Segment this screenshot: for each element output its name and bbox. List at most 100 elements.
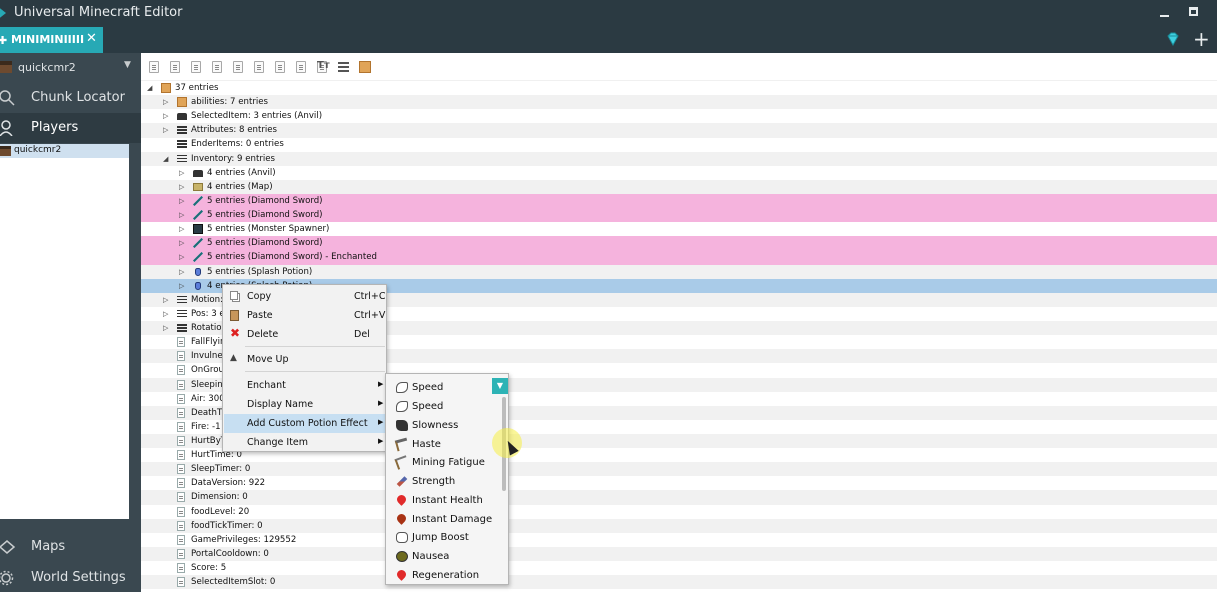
- expander-icon[interactable]: ▷: [179, 208, 184, 222]
- app-logo-icon: [0, 8, 6, 18]
- expander-icon[interactable]: ▷: [179, 180, 184, 194]
- display-name-menu-item[interactable]: Display Name ▶: [224, 395, 386, 414]
- tree-row[interactable]: SelectedItemSlot: 0: [141, 575, 1217, 590]
- tree-row[interactable]: ▷ Attributes: 8 entries: [141, 123, 1217, 138]
- tab-close-icon[interactable]: ✕: [86, 31, 97, 46]
- expander-icon[interactable]: ▷: [179, 194, 184, 208]
- tree-row-label: Air: 300: [191, 393, 225, 404]
- tree-row[interactable]: ▷ 5 entries (Diamond Sword) - Enchanted: [141, 250, 1217, 265]
- doc-icon: [177, 365, 185, 376]
- toolbar: Tт: [141, 53, 1217, 81]
- add-byte-array-icon[interactable]: [275, 61, 285, 73]
- potion-option[interactable]: Speed: [390, 397, 502, 416]
- tree-row[interactable]: DataVersion: 922: [141, 476, 1217, 490]
- search-icon: [0, 90, 15, 106]
- add-double-tag-icon[interactable]: [254, 61, 264, 73]
- delete-menu-item[interactable]: ✖ Delete Del: [224, 325, 386, 344]
- potion-effect-dropdown: Speed ▼ Speed Slowness Haste Mining Fatigue…: [385, 373, 509, 585]
- add-short-tag-icon[interactable]: [170, 61, 180, 73]
- tree-row[interactable]: ▷ abilities: 7 entries: [141, 95, 1217, 110]
- add-custom-potion-effect-menu-item[interactable]: Add Custom Potion Effect ▶: [224, 414, 386, 433]
- tree-row-label: SelectedItem: 3 entries (Anvil): [191, 111, 323, 122]
- add-int-tag-icon[interactable]: [191, 61, 201, 73]
- player-avatar-icon: [0, 146, 11, 156]
- minimize-button[interactable]: [1160, 8, 1170, 18]
- sidebar-item-world-settings[interactable]: World Settings: [0, 563, 141, 592]
- potion-option[interactable]: Strength: [390, 472, 502, 491]
- add-list-tag-icon[interactable]: [338, 61, 349, 72]
- potion-option[interactable]: Instant Health: [390, 491, 502, 510]
- potion-option[interactable]: Mining Fatigue: [390, 453, 502, 472]
- expander-icon[interactable]: ▷: [163, 95, 168, 109]
- add-compound-tag-icon[interactable]: [359, 61, 371, 73]
- world-tab[interactable]: ✚ MINIMINIIIII ✕: [0, 27, 103, 53]
- list-icon: [177, 309, 187, 319]
- add-long-tag-icon[interactable]: [212, 61, 222, 73]
- tree-row[interactable]: ▷ 5 entries (Monster Spawner): [141, 222, 1217, 236]
- potion-effect-combobox[interactable]: Speed: [390, 378, 502, 397]
- change-item-menu-item[interactable]: Change Item ▶: [224, 433, 386, 452]
- enchant-menu-item[interactable]: Enchant ▶: [224, 376, 386, 395]
- tree-row[interactable]: foodLevel: 20: [141, 505, 1217, 519]
- expander-icon[interactable]: ▷: [163, 123, 168, 137]
- tree-row[interactable]: ▷ 5 entries (Diamond Sword): [141, 193, 1217, 209]
- add-string-tag-icon[interactable]: Tт: [317, 60, 330, 71]
- copy-menu-item[interactable]: Copy Ctrl+C: [224, 287, 386, 306]
- sidebar-item-maps[interactable]: Maps: [0, 532, 141, 562]
- chevron-down-icon[interactable]: ▼: [492, 378, 508, 394]
- expander-icon[interactable]: ◢: [163, 152, 168, 166]
- tree-row[interactable]: GamePrivileges: 129552: [141, 533, 1217, 547]
- add-tab-button[interactable]: +: [1193, 28, 1210, 50]
- tree-row[interactable]: EnderItems: 0 entries: [141, 137, 1217, 151]
- expander-icon[interactable]: ▷: [179, 236, 184, 250]
- tree-row[interactable]: PortalCooldown: 0: [141, 546, 1217, 562]
- expander-icon[interactable]: ▷: [163, 293, 168, 307]
- sidebar-item-chunk-locator[interactable]: Chunk Locator: [0, 83, 141, 113]
- expander-icon[interactable]: ▷: [163, 321, 168, 335]
- potion-option[interactable]: Haste: [390, 435, 502, 454]
- expander-icon[interactable]: ▷: [179, 250, 184, 264]
- tree-row[interactable]: ▷ 4 entries (Map): [141, 179, 1217, 195]
- expander-icon[interactable]: ▷: [163, 307, 168, 321]
- expander-icon[interactable]: ▷: [163, 109, 168, 123]
- potion-icon: [195, 281, 201, 290]
- tree-row[interactable]: Dimension: 0: [141, 490, 1217, 505]
- doc-icon: [177, 464, 185, 475]
- tree-row[interactable]: ▷ 5 entries (Diamond Sword): [141, 236, 1217, 251]
- tree-row[interactable]: ▷ 5 entries (Splash Potion): [141, 264, 1217, 279]
- sword-icon: [193, 210, 203, 221]
- expander-icon[interactable]: ▷: [179, 265, 184, 279]
- player-dropdown[interactable]: quickcmr2 ▼: [0, 56, 138, 78]
- paste-menu-item[interactable]: Paste Ctrl+V: [224, 306, 386, 325]
- tree-row[interactable]: foodTickTimer: 0: [141, 518, 1217, 533]
- window-title: Universal Minecraft Editor: [14, 5, 183, 20]
- expander-icon[interactable]: ▷: [179, 222, 184, 236]
- move-up-menu-item[interactable]: ▲ Move Up: [224, 350, 386, 369]
- players-list: quickcmr2: [0, 144, 129, 519]
- tree-row[interactable]: ◢ 37 entries: [141, 81, 1217, 95]
- sidebar-item-players[interactable]: Players: [0, 113, 141, 143]
- tree-row[interactable]: ◢ Inventory: 9 entries: [141, 151, 1217, 166]
- add-float-tag-icon[interactable]: [233, 61, 243, 73]
- add-int-array-icon[interactable]: [296, 61, 306, 73]
- add-byte-tag-icon[interactable]: [149, 61, 159, 73]
- potion-option[interactable]: Jump Boost: [390, 528, 502, 547]
- expander-icon[interactable]: ▷: [179, 166, 184, 180]
- diamond-icon[interactable]: [1166, 32, 1180, 46]
- expander-icon[interactable]: ◢: [147, 81, 152, 95]
- maximize-button[interactable]: [1189, 7, 1198, 16]
- potion-option[interactable]: Nausea: [390, 547, 502, 566]
- expander-icon[interactable]: ▷: [179, 279, 184, 293]
- tree-row[interactable]: ▷ 4 entries (Anvil): [141, 166, 1217, 180]
- potion-option[interactable]: Regeneration: [390, 566, 502, 585]
- list-item[interactable]: quickcmr2: [0, 144, 129, 158]
- potion-option-label: Mining Fatigue: [412, 457, 485, 469]
- tree-row[interactable]: SleepTimer: 0: [141, 462, 1217, 477]
- tree-row[interactable]: Score: 5: [141, 561, 1217, 575]
- title-bar: Universal Minecraft Editor: [0, 0, 1217, 27]
- user-icon: [0, 120, 13, 136]
- tree-row[interactable]: ▷ 5 entries (Diamond Sword): [141, 208, 1217, 223]
- tree-row[interactable]: ▷ SelectedItem: 3 entries (Anvil): [141, 109, 1217, 123]
- potion-option[interactable]: Slowness: [390, 416, 502, 435]
- potion-option[interactable]: Instant Damage: [390, 510, 502, 529]
